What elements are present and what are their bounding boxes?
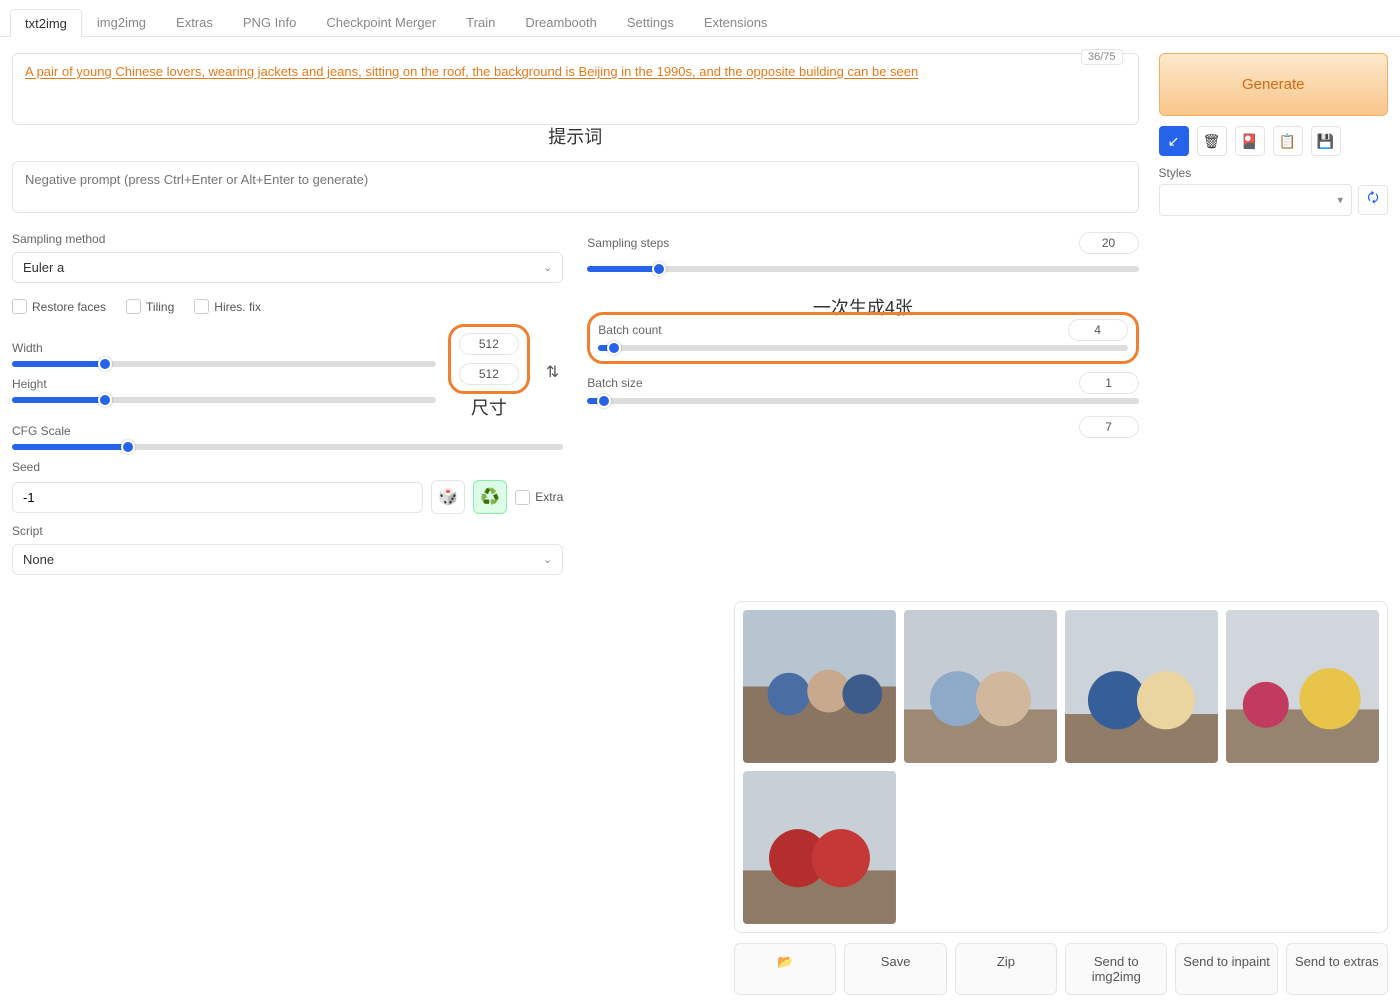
width-value[interactable]: 512 [459,333,519,355]
tiling-label: Tiling [146,300,174,314]
styles-apply-icon[interactable]: 🎴 [1235,126,1265,156]
cfg-scale-label: CFG Scale [12,424,563,438]
batch-count-slider[interactable] [598,345,1127,351]
seed-input[interactable] [12,482,423,513]
tab-bar: txt2img img2img Extras PNG Info Checkpoi… [0,0,1400,37]
tab-extras[interactable]: Extras [161,8,228,36]
reuse-seed-button[interactable]: ♻️ [473,480,507,514]
gallery-thumb[interactable] [1065,610,1218,763]
script-label: Script [12,524,563,538]
trash-icon[interactable]: 🗑 [1197,126,1227,156]
styles-label: Styles [1159,166,1388,180]
hires-fix-checkbox[interactable] [194,299,209,314]
restore-faces-label: Restore faces [32,300,106,314]
batch-size-slider[interactable] [587,398,1138,404]
save-button[interactable]: Save [844,943,946,995]
tab-settings[interactable]: Settings [612,8,689,36]
sampling-method-select[interactable]: Euler a⌄ [12,252,563,283]
tab-train[interactable]: Train [451,8,510,36]
height-value[interactable]: 512 [459,363,519,385]
negative-prompt-input[interactable] [12,161,1139,213]
tab-extensions[interactable]: Extensions [689,8,783,36]
sampling-steps-value[interactable]: 20 [1079,232,1139,254]
width-slider[interactable] [12,361,436,367]
tab-pnginfo[interactable]: PNG Info [228,8,311,36]
gallery-thumb[interactable] [743,771,896,924]
height-label: Height [12,377,436,391]
output-gallery [734,601,1388,933]
tab-txt2img[interactable]: txt2img [10,9,82,37]
width-label: Width [12,341,436,355]
save-style-icon[interactable]: 💾 [1311,126,1341,156]
prompt-token-counter: 36/75 [1081,49,1123,65]
extra-seed-label: Extra [535,490,563,504]
sampling-method-label: Sampling method [12,232,563,246]
script-select[interactable]: None⌄ [12,544,563,575]
zip-button[interactable]: Zip [955,943,1057,995]
annotation-size: 尺寸 [448,394,530,420]
height-slider[interactable] [12,397,436,403]
restore-faces-checkbox[interactable] [12,299,27,314]
send-to-extras-button[interactable]: Send to extras [1286,943,1388,995]
batch-count-label: Batch count [598,323,661,337]
random-seed-button[interactable]: 🎲 [431,480,465,514]
sampling-steps-label: Sampling steps [587,236,669,250]
tab-img2img[interactable]: img2img [82,8,161,36]
gallery-thumb[interactable] [743,610,896,763]
tab-ckpt-merger[interactable]: Checkpoint Merger [311,8,451,36]
refresh-styles-button[interactable]: 🗘 [1358,185,1388,215]
annotation-prompt-label: 提示词 [12,123,1139,149]
extra-seed-checkbox[interactable] [515,490,530,505]
gallery-thumb[interactable] [904,610,1057,763]
batch-size-value[interactable]: 1 [1079,372,1139,394]
batch-count-value[interactable]: 4 [1068,319,1128,341]
cfg-scale-slider[interactable] [12,444,563,450]
seed-label: Seed [12,460,563,474]
hires-fix-label: Hires. fix [214,300,261,314]
prompt-input[interactable]: A pair of young Chinese lovers, wearing … [12,53,1139,125]
gallery-thumb[interactable] [1226,610,1379,763]
tab-dreambooth[interactable]: Dreambooth [510,8,612,36]
batch-size-label: Batch size [587,376,642,390]
generate-button[interactable]: Generate [1159,53,1388,116]
sampling-steps-slider[interactable] [587,266,1138,272]
open-folder-button[interactable]: 📂 [734,943,836,995]
arrow-icon[interactable]: ↙ [1159,126,1189,156]
swap-wh-button[interactable]: ⇅ [542,362,563,382]
send-to-img2img-button[interactable]: Send to img2img [1065,943,1167,995]
styles-select[interactable] [1159,184,1352,216]
tiling-checkbox[interactable] [126,299,141,314]
cfg-scale-value[interactable]: 7 [1079,416,1139,438]
clipboard-icon[interactable]: 📋 [1273,126,1303,156]
send-to-inpaint-button[interactable]: Send to inpaint [1175,943,1277,995]
